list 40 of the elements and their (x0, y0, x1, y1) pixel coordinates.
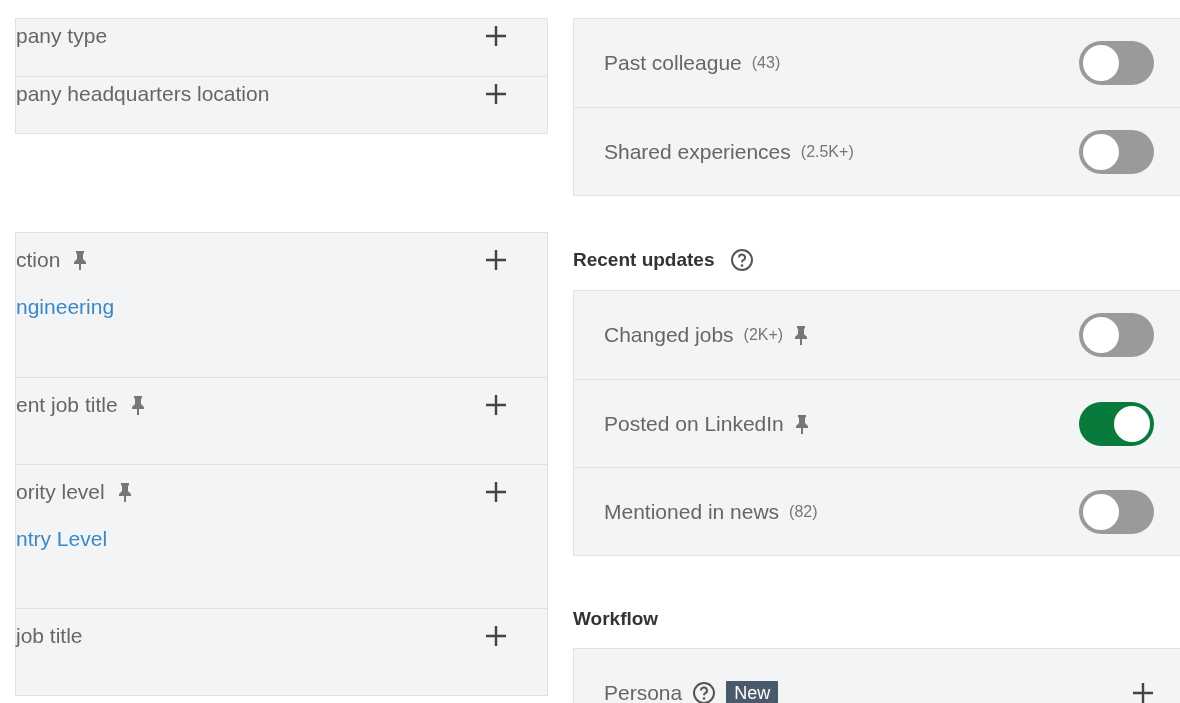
filter-label: Posted on LinkedIn (604, 411, 784, 436)
filter-label: Shared experiences (604, 139, 791, 164)
help-icon[interactable] (692, 681, 717, 703)
filter-label: pany headquarters location (16, 82, 270, 106)
filter-label: ction (16, 248, 61, 272)
filter-label: pany type (16, 24, 108, 48)
plus-icon[interactable] (485, 83, 507, 105)
pin-icon (793, 325, 810, 345)
help-icon[interactable] (730, 248, 755, 272)
new-badge: New (726, 680, 779, 703)
plus-icon[interactable] (485, 625, 507, 647)
plus-icon[interactable] (1132, 682, 1154, 703)
filter-label: ent job title (16, 393, 118, 417)
filter-label: Past colleague (604, 51, 742, 75)
filter-label: job title (16, 624, 83, 648)
pin-icon (72, 250, 89, 270)
result-count: (43) (751, 54, 781, 72)
toggle-switch[interactable] (1079, 41, 1154, 85)
section-heading: Recent updates (573, 249, 715, 271)
filter-label: Persona (604, 681, 683, 703)
plus-icon[interactable] (485, 249, 507, 271)
toggle-switch[interactable] (1079, 401, 1154, 446)
selected-value[interactable]: ngineering (16, 295, 507, 319)
plus-icon[interactable] (485, 394, 507, 416)
toggle-switch[interactable] (1079, 129, 1154, 174)
filter-label: Changed jobs (604, 323, 734, 347)
section-heading: Workflow (573, 608, 659, 630)
pin-icon (129, 395, 146, 415)
result-count: (2.5K+) (800, 142, 854, 161)
pin-icon (116, 482, 133, 502)
pin-icon (793, 413, 810, 434)
plus-icon[interactable] (485, 25, 507, 47)
result-count: (2K+) (743, 326, 784, 344)
filter-label: ority level (16, 480, 105, 504)
selected-value[interactable]: ntry Level (16, 527, 507, 551)
toggle-switch[interactable] (1079, 489, 1154, 534)
toggle-switch[interactable] (1079, 313, 1154, 357)
plus-icon[interactable] (485, 481, 507, 503)
result-count: (82) (789, 502, 818, 521)
filter-label: Mentioned in news (604, 499, 780, 524)
